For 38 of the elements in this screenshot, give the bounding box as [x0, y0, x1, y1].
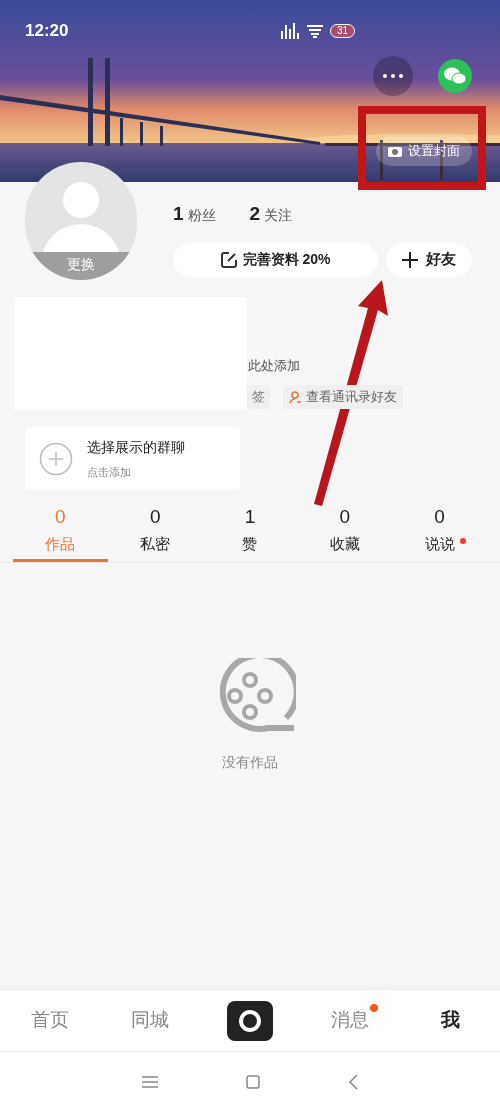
camera-button[interactable]: [227, 1000, 273, 1041]
group-card-subtitle: 点击添加: [87, 464, 132, 480]
tag-chip[interactable]: 签: [247, 385, 270, 409]
add-friend-button[interactable]: 好友: [386, 242, 472, 277]
set-cover-button[interactable]: 设置封面: [376, 136, 472, 166]
stat-count: 1: [173, 202, 184, 226]
group-chat-card[interactable]: 选择展示的群聊 点击添加: [25, 427, 240, 490]
nav-tab[interactable]: 消息: [331, 1006, 369, 1035]
plus-icon: [402, 251, 418, 268]
add-circle-icon: [39, 441, 73, 476]
stat-label[interactable]: 关注: [264, 205, 293, 226]
empty-state-text: 没有作品: [222, 753, 278, 772]
group-card-title: 选择展示的群聊: [87, 437, 185, 457]
avatar-head: [63, 182, 99, 218]
wifi-icon: [305, 23, 324, 38]
contacts-chip[interactable]: 查看通讯录好友: [283, 385, 403, 409]
profile-tab[interactable]: 0 说说: [392, 497, 487, 562]
more-icon: [383, 74, 403, 78]
stat-label[interactable]: 粉丝: [187, 205, 216, 226]
shutter-icon: [239, 1009, 261, 1032]
camera-icon: [388, 145, 402, 157]
back-icon[interactable]: [348, 1073, 358, 1090]
home-icon[interactable]: [246, 1074, 260, 1089]
nav-tab[interactable]: 同城: [131, 1006, 169, 1035]
person-icon: [289, 390, 302, 404]
signal-icon: [279, 22, 300, 39]
battery-indicator: 31: [329, 23, 355, 38]
edit-icon: [220, 251, 237, 268]
bio-hint[interactable]: 此处添加: [248, 356, 300, 376]
profile-tab[interactable]: 0 收藏: [297, 497, 393, 562]
clock: 12:20: [25, 20, 69, 42]
stat-count: 2: [249, 202, 261, 226]
complete-profile-button[interactable]: 完善资料 20%: [173, 242, 378, 277]
profile-tab[interactable]: 0 私密: [107, 497, 203, 562]
profile-tab[interactable]: 1 赞: [202, 497, 298, 562]
chat-bubbles-icon: [444, 67, 466, 85]
more-button[interactable]: [373, 56, 413, 96]
nav-tab[interactable]: 我: [440, 1006, 460, 1035]
